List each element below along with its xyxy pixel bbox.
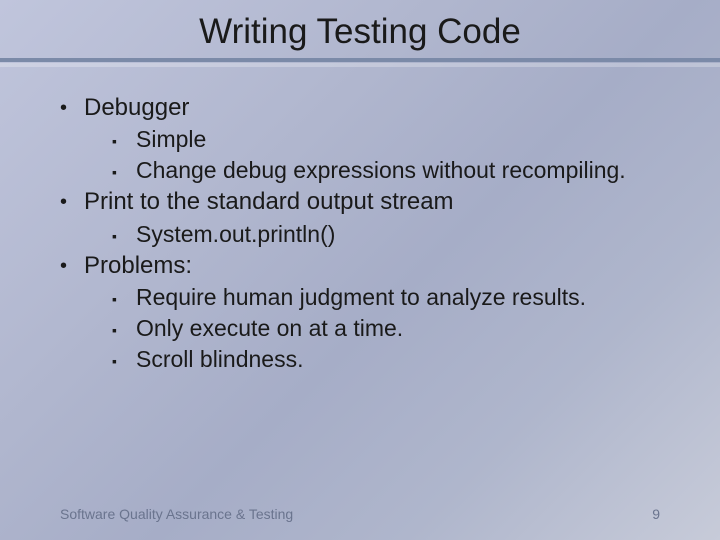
bullet-level2: ▪ System.out.println()	[112, 219, 660, 250]
bullet-text: Debugger	[84, 92, 189, 124]
bullet-text: Scroll blindness.	[136, 344, 303, 375]
page-number: 9	[652, 506, 660, 522]
slide: Writing Testing Code • Debugger ▪ Simple…	[0, 0, 720, 540]
bullet-level1: • Problems:	[60, 250, 660, 282]
square-bullet-icon: ▪	[112, 344, 136, 371]
disc-bullet-icon: •	[60, 92, 84, 122]
square-bullet-icon: ▪	[112, 313, 136, 340]
square-bullet-icon: ▪	[112, 219, 136, 246]
square-bullet-icon: ▪	[112, 124, 136, 151]
slide-content: • Debugger ▪ Simple ▪ Change debug expre…	[0, 62, 720, 375]
bullet-level2: ▪ Change debug expressions without recom…	[112, 155, 660, 186]
bullet-text: Simple	[136, 124, 206, 155]
bullet-text: Require human judgment to analyze result…	[136, 282, 586, 313]
bullet-level2: ▪ Require human judgment to analyze resu…	[112, 282, 660, 313]
bullet-level2: ▪ Only execute on at a time.	[112, 313, 660, 344]
bullet-level2: ▪ Simple	[112, 124, 660, 155]
bullet-text: Print to the standard output stream	[84, 186, 454, 218]
slide-footer: Software Quality Assurance & Testing 9	[60, 506, 660, 522]
bullet-text: Change debug expressions without recompi…	[136, 155, 626, 186]
bullet-level2: ▪ Scroll blindness.	[112, 344, 660, 375]
bullet-text: Only execute on at a time.	[136, 313, 403, 344]
square-bullet-icon: ▪	[112, 155, 136, 182]
bullet-level1: • Print to the standard output stream	[60, 186, 660, 218]
disc-bullet-icon: •	[60, 186, 84, 216]
slide-title: Writing Testing Code	[0, 0, 720, 58]
footer-text: Software Quality Assurance & Testing	[60, 506, 293, 522]
disc-bullet-icon: •	[60, 250, 84, 280]
bullet-text: Problems:	[84, 250, 192, 282]
bullet-level1: • Debugger	[60, 92, 660, 124]
bullet-text: System.out.println()	[136, 219, 335, 250]
square-bullet-icon: ▪	[112, 282, 136, 309]
